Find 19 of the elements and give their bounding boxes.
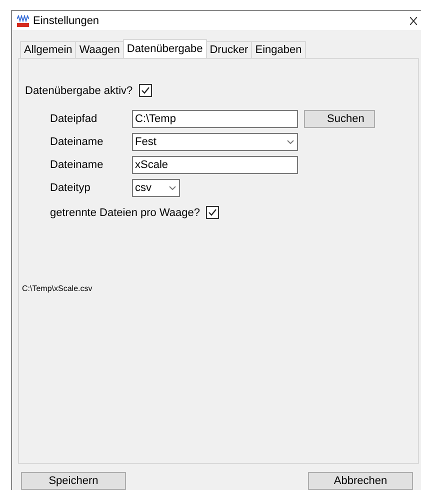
dropdown[interactable]: Fest [132, 132, 298, 150]
tab[interactable]: Waagen [75, 41, 124, 58]
tab[interactable]: Datenübergabe [122, 39, 207, 58]
cancel-button[interactable]: Abbrechen [308, 472, 413, 490]
field-label: Dateiname [50, 136, 104, 148]
input-field[interactable]: xScale [132, 156, 298, 174]
file-path: C:\Temp\xScale.csv [22, 284, 94, 293]
field-label: Datenübergabe aktiv? [25, 84, 133, 96]
save-button[interactable]: Speichern [21, 472, 126, 490]
tab[interactable]: Allgemein [20, 41, 76, 58]
field-label: Dateityp [50, 182, 92, 194]
search-button[interactable]: Suchen [304, 110, 375, 128]
field-label: getrennte Dateien pro Waage? [50, 206, 200, 218]
field-label: Dateiname [50, 158, 104, 170]
dropdown[interactable]: csv [132, 178, 180, 196]
input-field[interactable]: C:\Temp [132, 110, 298, 128]
window-title: Einstellungen [33, 14, 100, 26]
tab[interactable]: Eingaben [251, 41, 306, 58]
field-label: Dateipfad [50, 112, 98, 124]
